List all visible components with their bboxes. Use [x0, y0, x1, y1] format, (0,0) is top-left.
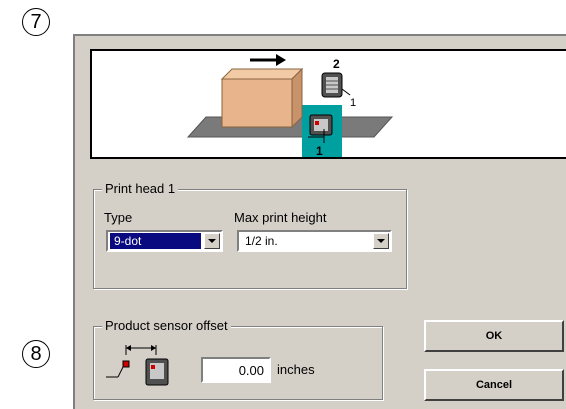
product-box: [221, 78, 293, 128]
print-station-diagram: 2 1 1: [90, 49, 566, 161]
upper-head-number: 2: [333, 57, 340, 71]
type-label: Type: [104, 210, 133, 225]
type-select[interactable]: 9-dot: [106, 230, 223, 252]
print-head-group-title: Print head 1: [102, 181, 179, 196]
conveyor-illustration: 2 1 1: [186, 54, 394, 161]
upper-head-sub-number: 1: [350, 97, 356, 109]
product-box-top: [220, 68, 304, 80]
product-sensor-group-title: Product sensor offset: [102, 318, 231, 333]
sensor-offset-icon: [106, 345, 169, 386]
product-sensor-group: Product sensor offset 0.00 inches: [93, 318, 383, 400]
lower-head-number: 1: [316, 144, 323, 157]
callout-8: 8: [22, 340, 50, 368]
max-print-height-value: 1/2 in.: [245, 234, 278, 248]
callout-7: 7: [22, 8, 50, 36]
chevron-down-icon: [377, 239, 385, 243]
chevron-down-icon: [208, 239, 216, 243]
print-head-group: Print head 1 Type Max print height 9-dot…: [93, 181, 407, 289]
cancel-button[interactable]: Cancel: [424, 369, 564, 401]
sensor-offset-unit: inches: [277, 362, 315, 377]
print-head-2-icon: [321, 72, 351, 98]
max-print-height-label: Max print height: [234, 210, 327, 225]
product-box-side: [291, 67, 303, 129]
max-print-height-dropdown-button[interactable]: [373, 233, 389, 249]
type-select-value: 9-dot: [110, 233, 201, 249]
type-dropdown-button[interactable]: [204, 233, 220, 249]
direction-arrow-icon: [250, 54, 286, 66]
ok-button[interactable]: OK: [424, 320, 564, 352]
configuration-dialog: 2 1 1 Print head 1 Type Max print height…: [73, 34, 566, 409]
sensor-offset-input[interactable]: 0.00: [201, 357, 271, 383]
max-print-height-select[interactable]: 1/2 in.: [237, 230, 392, 252]
